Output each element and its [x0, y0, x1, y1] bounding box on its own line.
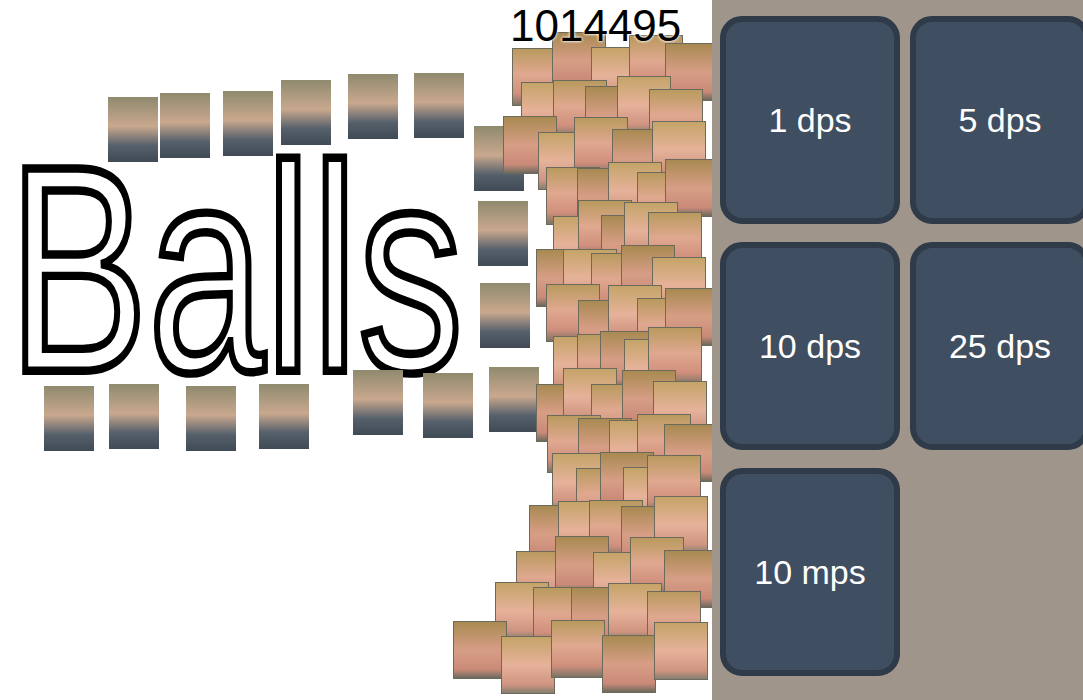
face-photo [654, 622, 708, 680]
photo [489, 367, 539, 432]
face-photo [453, 621, 507, 679]
play-area: Balls1014495 [0, 0, 712, 700]
photo [423, 373, 473, 438]
photo [348, 74, 398, 139]
upgrade-button[interactable]: 10 mps [720, 468, 900, 676]
photo [108, 97, 158, 162]
photo [353, 370, 403, 435]
photo [223, 91, 273, 156]
photo [259, 384, 309, 449]
photo [480, 283, 530, 348]
upgrade-panel: 1 dps5 dps10 dps25 dps10 mps [712, 0, 1083, 700]
upgrade-button[interactable]: 25 dps [910, 242, 1083, 450]
face-photo [602, 635, 656, 693]
photo [186, 386, 236, 451]
face-photo [551, 620, 605, 678]
photo [414, 73, 464, 138]
photo [281, 80, 331, 145]
upgrade-button[interactable]: 1 dps [720, 16, 900, 224]
photo [44, 386, 94, 451]
score-counter: 1014495 [510, 2, 681, 50]
face-photo [501, 636, 555, 694]
upgrade-button[interactable]: 10 dps [720, 242, 900, 450]
photo [109, 384, 159, 449]
photo [160, 93, 210, 158]
game-screen: Balls10144951 dps5 dps10 dps25 dps10 mps [0, 0, 1083, 700]
photo [478, 201, 528, 266]
upgrade-button[interactable]: 5 dps [910, 16, 1083, 224]
